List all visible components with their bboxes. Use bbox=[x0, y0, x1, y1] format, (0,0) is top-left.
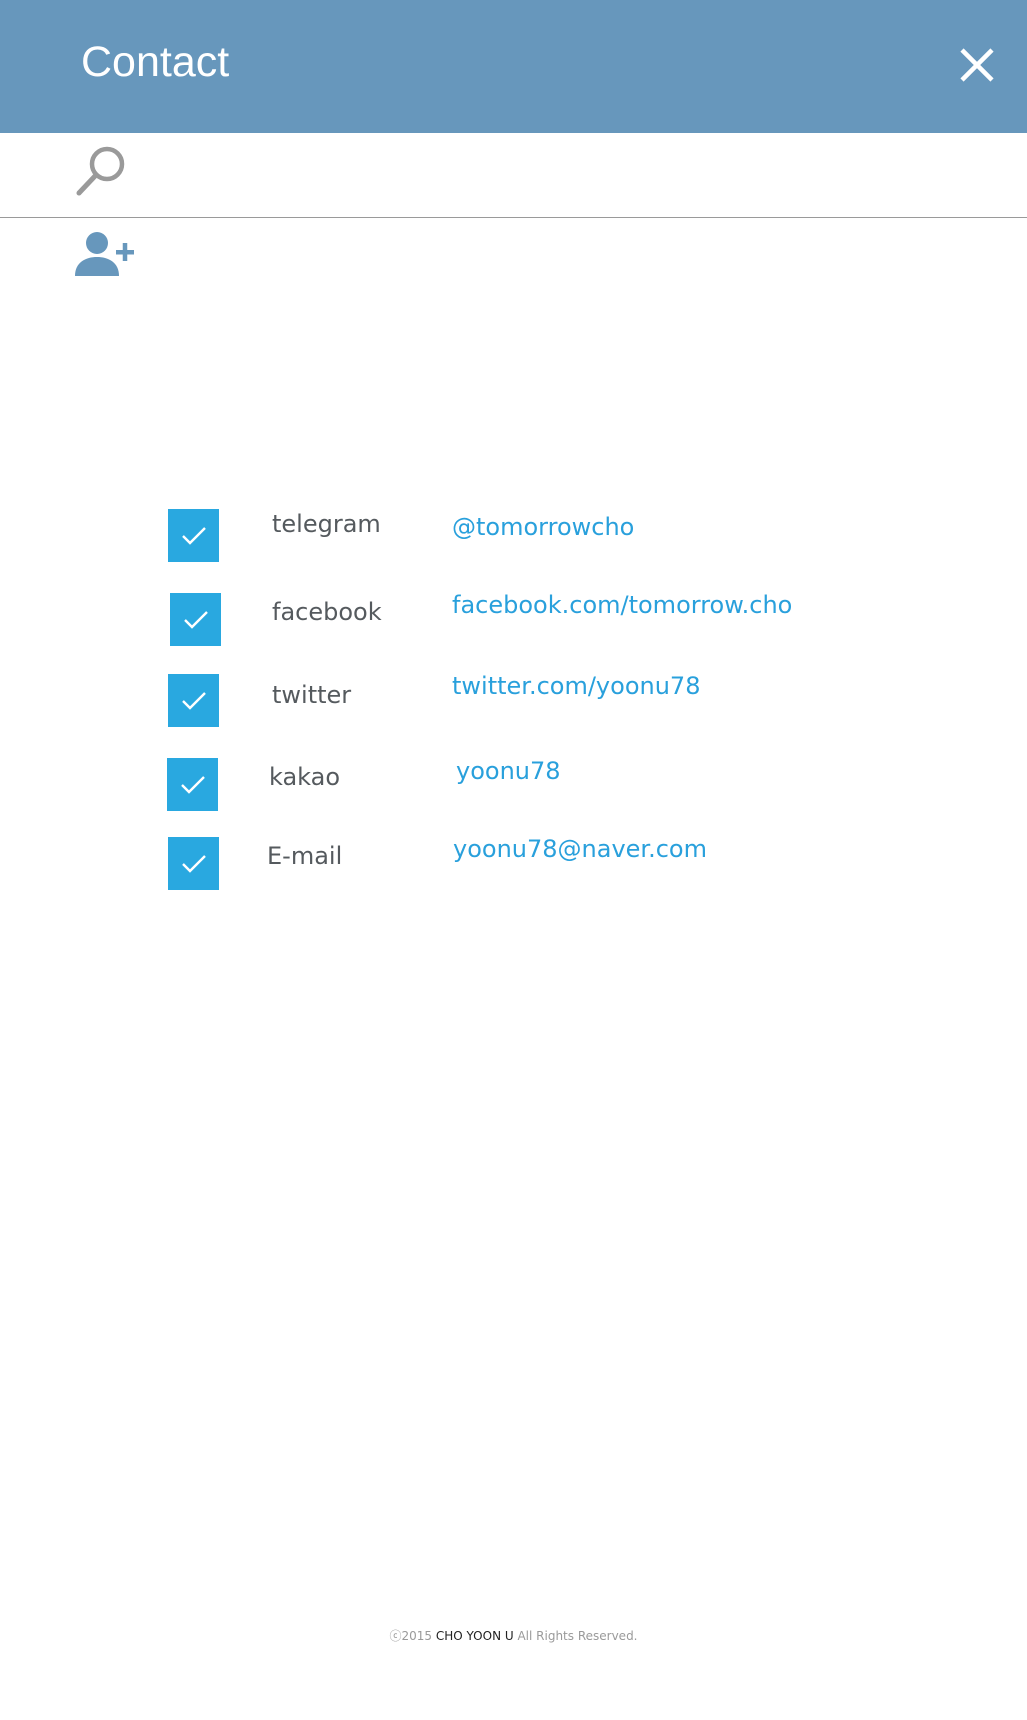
contact-checkbox-kakao[interactable] bbox=[167, 758, 218, 811]
search-icon[interactable] bbox=[74, 143, 130, 199]
contact-value[interactable]: facebook.com/tomorrow.cho bbox=[452, 591, 792, 619]
contact-row-telegram: telegram @tomorrowcho bbox=[0, 509, 1027, 563]
close-button[interactable] bbox=[952, 40, 1002, 90]
contact-checkbox-twitter[interactable] bbox=[168, 674, 219, 727]
contact-label: kakao bbox=[269, 763, 341, 791]
copyright-owner: CHO YOON U bbox=[435, 1629, 514, 1643]
close-icon bbox=[960, 48, 994, 82]
contact-value[interactable]: yoonu78 bbox=[456, 757, 561, 785]
contact-label: facebook bbox=[272, 598, 382, 626]
contact-page: Contact telegram @tomorrowcho facebook f… bbox=[0, 0, 1027, 1720]
contact-label: telegram bbox=[272, 510, 381, 538]
checkmark-icon bbox=[182, 692, 206, 710]
contact-label: twitter bbox=[272, 681, 352, 709]
add-contact-button[interactable] bbox=[72, 230, 138, 280]
contact-row-kakao: kakao yoonu78 bbox=[0, 757, 1027, 812]
contact-row-facebook: facebook facebook.com/tomorrow.cho bbox=[0, 591, 1027, 647]
checkmark-icon bbox=[184, 611, 208, 629]
checkmark-icon bbox=[181, 776, 205, 794]
header-bar: Contact bbox=[0, 0, 1027, 133]
page-title: Contact bbox=[81, 38, 230, 86]
copyright-prefix: ⓒ2015 bbox=[389, 1629, 436, 1643]
copyright-footer: ⓒ2015 CHO YOON U All Rights Reserved. bbox=[0, 1627, 1027, 1644]
contact-row-twitter: twitter twitter.com/yoonu78 bbox=[0, 672, 1027, 728]
checkmark-icon bbox=[182, 527, 206, 545]
copyright-suffix: All Rights Reserved. bbox=[513, 1629, 638, 1643]
search-input[interactable] bbox=[150, 147, 994, 199]
contact-checkbox-telegram[interactable] bbox=[168, 509, 219, 562]
contact-checkbox-facebook[interactable] bbox=[170, 593, 221, 646]
add-user-icon bbox=[75, 232, 134, 276]
contact-value[interactable]: yoonu78@naver.com bbox=[453, 835, 707, 863]
contact-label: E-mail bbox=[267, 842, 343, 870]
contact-value[interactable]: @tomorrowcho bbox=[452, 513, 634, 541]
contact-value[interactable]: twitter.com/yoonu78 bbox=[452, 672, 700, 700]
search-bar bbox=[0, 133, 1027, 218]
checkmark-icon bbox=[182, 855, 206, 873]
contact-checkbox-email[interactable] bbox=[168, 837, 219, 890]
contact-row-email: E-mail yoonu78@naver.com bbox=[0, 835, 1027, 891]
